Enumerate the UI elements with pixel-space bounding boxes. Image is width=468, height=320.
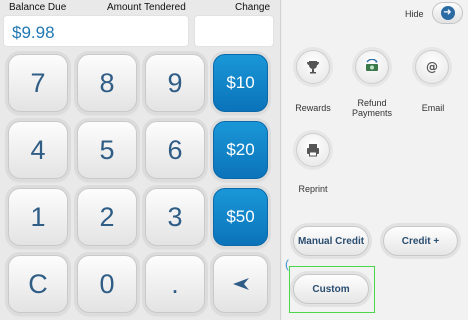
at-icon: @ (426, 60, 438, 74)
reprint-button[interactable] (296, 133, 330, 167)
rewards-label: Rewards (295, 103, 331, 113)
svg-text:@: @ (426, 60, 438, 74)
email-label: Email (421, 103, 445, 113)
refund-payments-button[interactable] (355, 50, 389, 84)
enter-arrow-icon (232, 278, 249, 290)
key-9[interactable]: 9 (145, 54, 205, 112)
change-label: Change (235, 2, 271, 13)
change-field[interactable] (194, 15, 274, 47)
email-button[interactable]: @ (415, 50, 449, 84)
reprint-label: Reprint (298, 184, 328, 194)
key-1[interactable]: 1 (8, 188, 68, 246)
key-6[interactable]: 6 (145, 121, 205, 179)
balance-due-value: $9.98 (12, 23, 55, 42)
refund-payments-label-line2: Payments (351, 108, 393, 118)
manual-credit-button[interactable]: Manual Credit (293, 226, 369, 256)
key-5[interactable]: 5 (77, 121, 137, 179)
printer-icon (307, 144, 319, 157)
payment-keypad-pane: Balance Due Amount Tendered Change $9.98… (0, 0, 281, 320)
key-2[interactable]: 2 (77, 188, 137, 246)
clear-key[interactable]: C (8, 255, 68, 313)
hide-button[interactable]: ➜ (432, 2, 463, 24)
key-0[interactable]: 0 (77, 255, 137, 313)
refund-icon (366, 59, 378, 71)
rewards-button[interactable] (296, 50, 330, 84)
balance-due-field: $9.98 (3, 15, 189, 47)
trophy-icon (307, 61, 319, 74)
refund-payments-label-line1: Refund (357, 98, 387, 108)
key-8[interactable]: 8 (77, 54, 137, 112)
key-3[interactable]: 3 (145, 188, 205, 246)
key-4[interactable]: 4 (8, 121, 68, 179)
amount-tendered-label: Amount Tendered (107, 2, 186, 13)
arrow-right-icon: ➜ (440, 6, 455, 20)
quick-cash-20-button[interactable]: $20 (213, 121, 268, 179)
credit-plus-button[interactable]: Credit + (383, 226, 458, 256)
selection-highlight (289, 266, 375, 313)
enter-key[interactable] (213, 255, 268, 313)
hide-label: Hide (405, 9, 424, 19)
decimal-key[interactable]: . (145, 255, 205, 313)
key-7[interactable]: 7 (8, 54, 68, 112)
quick-cash-10-button[interactable]: $10 (213, 54, 268, 112)
balance-due-label: Balance Due (9, 2, 67, 13)
quick-cash-50-button[interactable]: $50 (213, 188, 268, 246)
